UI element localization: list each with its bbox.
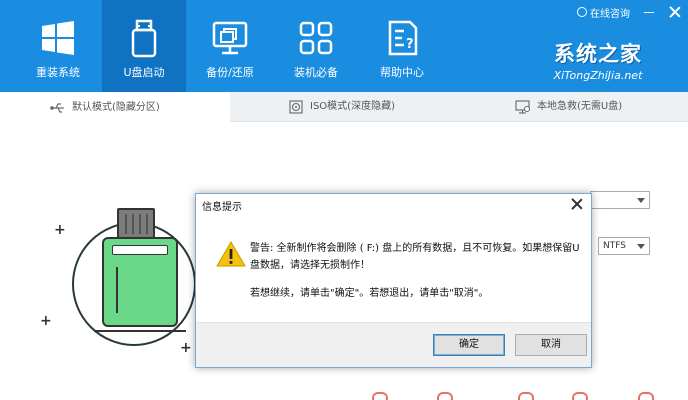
app-window: 重装系统 U盘启动 备份/还原 装机必备 ? 帮助中心 在线咨询 系统之家 Xi… [0, 0, 688, 400]
ok-button[interactable]: 确定 [433, 334, 505, 356]
usb-illustration-connector [117, 208, 155, 240]
nav-help-center[interactable]: ? 帮助中心 [360, 0, 444, 92]
dialog-footer: 确定 取消 [196, 322, 591, 367]
close-icon[interactable] [668, 5, 682, 19]
option-icon[interactable] [372, 392, 388, 400]
usb-drive-icon [131, 19, 157, 58]
sparkle-plus-icon: + [54, 222, 66, 238]
svg-text:?: ? [406, 37, 414, 52]
usb-illustration-body [102, 237, 178, 327]
warning-message: 警告: 全新制作将会删除 ( F:) 盘上的所有数据，且不可恢复。如果想保留U盘… [250, 243, 580, 271]
nav-label: U盘启动 [123, 66, 165, 79]
disc-icon [289, 100, 303, 114]
sparkle-plus-icon: + [40, 313, 52, 329]
nav-label: 装机必备 [294, 66, 338, 79]
help-document-icon: ? [388, 20, 418, 56]
nav-label: 重装系统 [36, 66, 80, 79]
apps-grid-icon [299, 21, 333, 55]
tab-label: 本地急救(无需U盘) [537, 101, 623, 112]
nav-label: 备份/还原 [206, 66, 254, 79]
nav-essential-apps[interactable]: 装机必备 [274, 0, 358, 92]
chevron-down-icon [637, 244, 645, 249]
top-links: 在线咨询 [577, 4, 682, 20]
cancel-button[interactable]: 取消 [515, 334, 587, 356]
online-consult-link[interactable]: 在线咨询 [590, 5, 630, 20]
brand-logo: 系统之家 XiTongZhiJia.net [538, 38, 658, 82]
nav-usb-boot[interactable]: U盘启动 [102, 0, 186, 92]
usb-plug-icon [50, 102, 64, 113]
user-icon [577, 7, 587, 17]
filesystem-value: NTFS [603, 241, 626, 251]
mode-tabs: 默认模式(隐藏分区) ISO模式(深度隐藏) 本地急救(无需U盘) [0, 92, 688, 123]
backup-restore-icon [212, 21, 248, 55]
sparkle-plus-icon: + [180, 340, 192, 356]
minimize-icon[interactable] [642, 5, 656, 19]
instruction-message: 若想继续，请单击"确定"。若想退出，请单击"取消"。 [250, 288, 489, 299]
tab-label: ISO模式(深度隐藏) [310, 101, 395, 112]
option-icon[interactable] [437, 392, 453, 400]
warning-dialog: 信息提示 警告: 全新制作将会删除 ( F:) 盘上的所有数据，且不可恢复。如果… [195, 193, 592, 368]
nav-label: 帮助中心 [380, 66, 424, 79]
tab-local-rescue[interactable]: 本地急救(无需U盘) [515, 92, 675, 122]
header-bar: 重装系统 U盘启动 备份/还原 装机必备 ? 帮助中心 在线咨询 系统之家 Xi… [0, 0, 688, 92]
nav-reinstall-system[interactable]: 重装系统 [16, 0, 100, 92]
windows-logo-icon [42, 21, 74, 55]
nav-backup-restore[interactable]: 备份/还原 [188, 0, 272, 92]
option-icon[interactable] [572, 392, 588, 400]
option-icon[interactable] [638, 392, 654, 400]
tab-label: 默认模式(隐藏分区) [72, 101, 160, 113]
tab-default-mode[interactable]: 默认模式(隐藏分区) [0, 92, 230, 123]
chevron-down-icon [637, 198, 645, 203]
drive-select[interactable] [590, 191, 650, 209]
warning-icon [216, 241, 246, 267]
close-icon[interactable] [571, 198, 583, 210]
option-icon[interactable] [518, 392, 534, 400]
monitor-icon [515, 100, 530, 114]
brand-title: 系统之家 [554, 42, 642, 66]
dialog-title: 信息提示 [202, 202, 242, 213]
brand-subtitle: XiTongZhiJia.net [553, 69, 643, 82]
tab-iso-mode[interactable]: ISO模式(深度隐藏) [288, 92, 428, 122]
usb-illustration-base [94, 330, 186, 332]
filesystem-select[interactable]: NTFS [598, 237, 650, 255]
